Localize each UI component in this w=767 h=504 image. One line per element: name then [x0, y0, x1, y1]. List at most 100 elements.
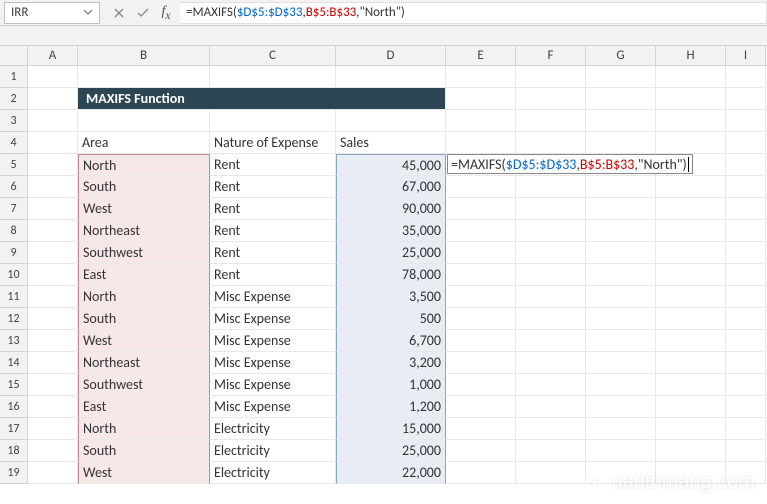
cell[interactable]: [726, 264, 766, 286]
select-all-corner[interactable]: [0, 46, 28, 65]
cell[interactable]: East: [78, 264, 210, 286]
row-header[interactable]: 15: [0, 374, 28, 396]
cell[interactable]: [656, 88, 726, 110]
cell[interactable]: Rent: [210, 242, 336, 264]
cell[interactable]: [726, 308, 766, 330]
cell[interactable]: 6,700: [336, 330, 446, 352]
row-header[interactable]: 14: [0, 352, 28, 374]
cell[interactable]: West: [78, 198, 210, 220]
cell[interactable]: [28, 462, 78, 484]
col-header-F[interactable]: F: [516, 46, 586, 65]
cell[interactable]: Misc Expense: [210, 396, 336, 418]
cell[interactable]: Misc Expense: [210, 330, 336, 352]
cell[interactable]: [586, 110, 656, 132]
cell[interactable]: 3,200: [336, 352, 446, 374]
cell[interactable]: [446, 418, 516, 440]
cell[interactable]: [586, 352, 656, 374]
cell[interactable]: [28, 242, 78, 264]
cell[interactable]: [726, 374, 766, 396]
col-header-A[interactable]: A: [28, 46, 78, 65]
cell[interactable]: 90,000: [336, 198, 446, 220]
cell[interactable]: Electricity: [210, 418, 336, 440]
cell[interactable]: North: [78, 154, 210, 176]
col-header-I[interactable]: I: [726, 46, 766, 65]
cell[interactable]: [446, 132, 516, 154]
cell[interactable]: [446, 88, 516, 110]
cell[interactable]: [28, 66, 78, 88]
cell[interactable]: [446, 264, 516, 286]
cell[interactable]: [446, 242, 516, 264]
row-header[interactable]: 1: [0, 66, 28, 88]
cell[interactable]: [656, 330, 726, 352]
cell[interactable]: [656, 440, 726, 462]
cell[interactable]: [446, 462, 516, 484]
cell[interactable]: [516, 418, 586, 440]
cell[interactable]: South: [78, 176, 210, 198]
cell[interactable]: [446, 352, 516, 374]
cell[interactable]: [516, 396, 586, 418]
cell[interactable]: [516, 264, 586, 286]
cell[interactable]: [656, 286, 726, 308]
cell[interactable]: [78, 110, 210, 132]
cell[interactable]: [726, 88, 766, 110]
cell[interactable]: [516, 330, 586, 352]
cell[interactable]: [656, 352, 726, 374]
cell[interactable]: [726, 352, 766, 374]
title-cell[interactable]: MAXIFS Function: [78, 88, 446, 110]
cell[interactable]: [28, 286, 78, 308]
cell[interactable]: 1,200: [336, 396, 446, 418]
header-nature[interactable]: Nature of Expense: [210, 132, 336, 154]
row-header[interactable]: 4: [0, 132, 28, 154]
header-area[interactable]: Area: [78, 132, 210, 154]
cell[interactable]: Electricity: [210, 440, 336, 462]
cell[interactable]: [78, 66, 210, 88]
cell[interactable]: Electricity: [210, 462, 336, 484]
cell[interactable]: [28, 396, 78, 418]
row-header[interactable]: 17: [0, 418, 28, 440]
col-header-C[interactable]: C: [210, 46, 336, 65]
cell[interactable]: [516, 198, 586, 220]
cell[interactable]: [28, 440, 78, 462]
cell[interactable]: [656, 418, 726, 440]
cell[interactable]: Southwest: [78, 374, 210, 396]
cell[interactable]: [446, 396, 516, 418]
row-header[interactable]: 9: [0, 242, 28, 264]
cell[interactable]: 25,000: [336, 242, 446, 264]
cell[interactable]: [726, 330, 766, 352]
cell[interactable]: [586, 88, 656, 110]
col-header-D[interactable]: D: [336, 46, 446, 65]
cell[interactable]: 500: [336, 308, 446, 330]
cell[interactable]: [586, 330, 656, 352]
cell[interactable]: [446, 220, 516, 242]
cell[interactable]: West: [78, 462, 210, 484]
cell[interactable]: [28, 330, 78, 352]
cancel-button[interactable]: [108, 2, 130, 24]
cell[interactable]: [516, 308, 586, 330]
cell[interactable]: [516, 66, 586, 88]
cell[interactable]: 78,000: [336, 264, 446, 286]
cell[interactable]: [726, 110, 766, 132]
cell[interactable]: [656, 176, 726, 198]
name-box-dropdown-icon[interactable]: [83, 8, 93, 18]
cell[interactable]: [656, 242, 726, 264]
cell[interactable]: [446, 286, 516, 308]
cell[interactable]: [446, 440, 516, 462]
cell[interactable]: [516, 352, 586, 374]
cell[interactable]: [726, 242, 766, 264]
cell[interactable]: [726, 66, 766, 88]
cell[interactable]: [516, 374, 586, 396]
cell[interactable]: South: [78, 440, 210, 462]
cell[interactable]: [516, 220, 586, 242]
cell[interactable]: [28, 418, 78, 440]
cell[interactable]: East: [78, 396, 210, 418]
cell[interactable]: Rent: [210, 176, 336, 198]
cell[interactable]: Northeast: [78, 352, 210, 374]
col-header-E[interactable]: E: [446, 46, 516, 65]
spreadsheet-grid[interactable]: A B C D E F G H I 12MAXIFS Function34Are…: [0, 46, 767, 484]
cell[interactable]: [586, 440, 656, 462]
cell[interactable]: [516, 286, 586, 308]
cell[interactable]: [586, 396, 656, 418]
row-header[interactable]: 8: [0, 220, 28, 242]
row-header[interactable]: 6: [0, 176, 28, 198]
formula-input[interactable]: =MAXIFS( $D$5:$D$33 , B$5:B$33 , "North"…: [180, 2, 767, 24]
